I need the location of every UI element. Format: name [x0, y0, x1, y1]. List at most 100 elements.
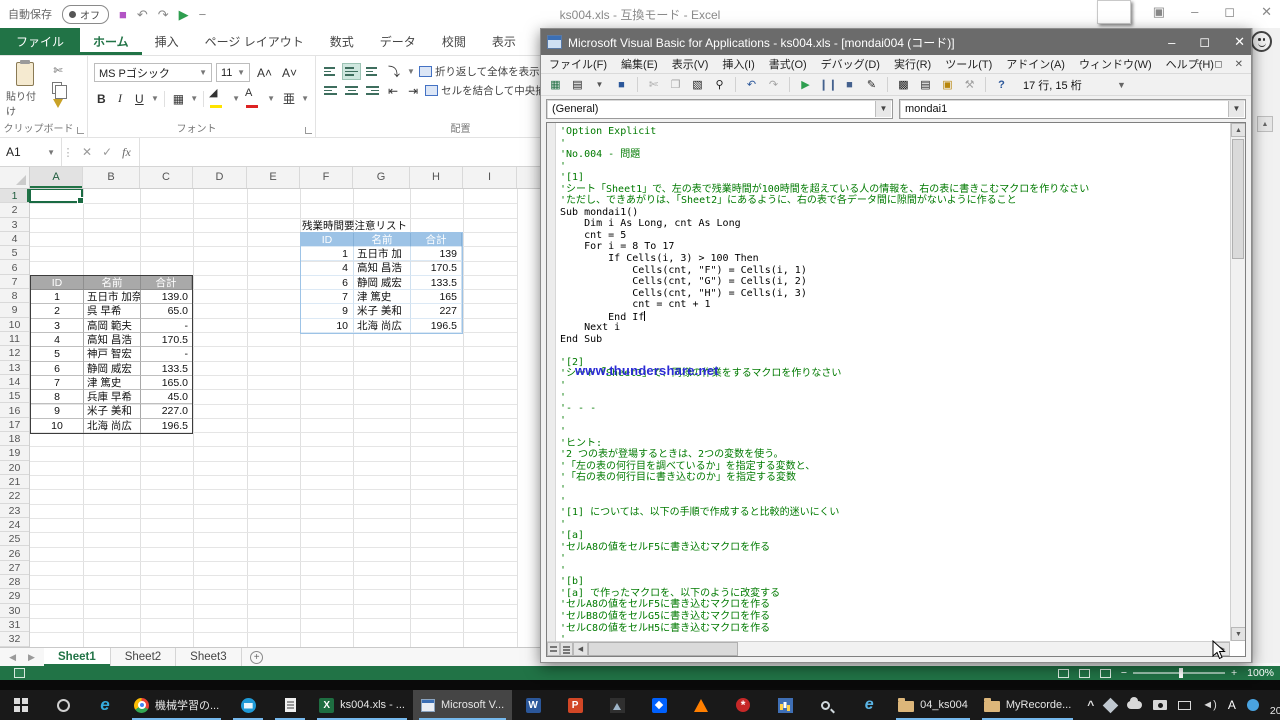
view-excel-icon[interactable]: ▦ [547, 77, 564, 93]
row-header-16[interactable]: 16 [0, 404, 29, 418]
vba-titlebar[interactable]: Microsoft Visual Basic for Applications … [541, 29, 1251, 55]
chevron-down-icon[interactable]: ▼ [190, 94, 198, 103]
cut-icon[interactable]: ✄ [50, 64, 66, 78]
row-header-6[interactable]: 6 [0, 261, 29, 275]
vscroll-thumb[interactable] [1232, 139, 1244, 259]
row-header-12[interactable]: 12 [0, 346, 29, 360]
column-header-I[interactable]: I [463, 167, 517, 188]
vba-maximize-icon[interactable]: ◻ [1199, 34, 1210, 50]
column-header-E[interactable]: E [247, 167, 300, 188]
chrome-task[interactable]: 機械学習の... [126, 690, 227, 720]
row-header-29[interactable]: 29 [0, 589, 29, 603]
tray-dropbox-icon[interactable] [1103, 697, 1119, 713]
row-header-10[interactable]: 10 [0, 318, 29, 332]
scroll-down-icon[interactable]: ▼ [1231, 627, 1246, 641]
decrease-font-icon[interactable]: A˅ [279, 66, 300, 80]
increase-font-icon[interactable]: A˄ [254, 66, 275, 80]
borders-icon[interactable]: ▦ [170, 92, 186, 106]
sheet-next-icon[interactable]: ▶ [28, 652, 35, 663]
zoom-in-icon[interactable]: + [1231, 667, 1237, 679]
word-button[interactable]: W [512, 690, 554, 720]
align-middle-icon[interactable] [343, 64, 360, 79]
sheet-tab-sheet2[interactable]: Sheet2 [111, 648, 176, 666]
row-header-5[interactable]: 5 [0, 246, 29, 260]
increase-indent-icon[interactable]: ⇥ [405, 84, 421, 98]
vba-menu-0[interactable]: ファイル(F) [549, 56, 607, 72]
vba-redo-icon[interactable]: ↷ [765, 77, 782, 93]
vba-menu-9[interactable]: ウィンドウ(W) [1079, 56, 1152, 72]
ribbon-tab-6[interactable]: 校閲 [429, 28, 479, 55]
taskbar-clock[interactable]: 22:03 2018/12/24 [1270, 693, 1280, 718]
vba-undo-icon[interactable]: ↶ [743, 77, 760, 93]
column-header-B[interactable]: B [83, 167, 140, 188]
ribbon-options-icon[interactable]: ▣ [1153, 4, 1165, 20]
camera-icon[interactable] [1153, 700, 1167, 710]
row-header-23[interactable]: 23 [0, 504, 29, 518]
chevron-down-icon[interactable]: ▼ [407, 67, 415, 76]
row-header-25[interactable]: 25 [0, 532, 29, 546]
ribbon-tab-2[interactable]: 挿入 [142, 28, 192, 55]
select-all-corner[interactable] [0, 167, 30, 188]
confirm-entry-icon[interactable]: ✓ [102, 145, 112, 159]
add-sheet-button[interactable]: + [242, 648, 272, 666]
network-display-icon[interactable] [1178, 701, 1191, 710]
row-header-7[interactable]: 7 [0, 275, 29, 289]
row-header-28[interactable]: 28 [0, 575, 29, 589]
font-name-select[interactable]: MS Pゴシック▼ [94, 63, 212, 82]
vba-copy-icon[interactable]: ❐ [667, 77, 684, 93]
ribbon-tab-4[interactable]: 数式 [317, 28, 367, 55]
row-header-20[interactable]: 20 [0, 461, 29, 475]
row-header-24[interactable]: 24 [0, 518, 29, 532]
cortana-button[interactable] [42, 690, 84, 720]
row-header-11[interactable]: 11 [0, 332, 29, 346]
hscroll-thumb[interactable] [588, 642, 738, 656]
column-header-C[interactable]: C [140, 167, 193, 188]
format-painter-icon[interactable] [53, 99, 63, 108]
start-button[interactable] [0, 690, 42, 720]
vba-save-icon[interactable]: ■ [613, 77, 630, 93]
vba-task[interactable]: Microsoft V... [413, 690, 512, 720]
row-header-19[interactable]: 19 [0, 446, 29, 460]
bold-button[interactable]: B [94, 92, 108, 106]
vba-close-icon[interactable]: ✕ [1234, 34, 1245, 50]
align-bottom-icon[interactable] [364, 64, 381, 79]
italic-button[interactable]: I [113, 91, 127, 106]
zoom-slider[interactable]: − + [1121, 667, 1237, 679]
ribbon-tab-3[interactable]: ページ レイアウト [192, 28, 317, 55]
code-vertical-scrollbar[interactable]: ▲ ▼ [1230, 123, 1245, 641]
vba-menu-5[interactable]: デバッグ(D) [821, 56, 880, 72]
photos-button[interactable] [596, 690, 638, 720]
break-icon[interactable]: ❙❙ [819, 77, 836, 93]
project-explorer-icon[interactable]: ▩ [895, 77, 912, 93]
row-header-2[interactable]: 2 [0, 203, 29, 217]
close-icon[interactable]: ✕ [1261, 4, 1272, 20]
vba-minimize-icon[interactable]: – [1168, 35, 1175, 50]
excel-task[interactable]: Xks004.xls - ... [311, 690, 413, 720]
chevron-down-icon[interactable]: ▼ [301, 94, 309, 103]
toolbar-options-icon[interactable]: ▼ [1117, 80, 1131, 90]
font-dialog-launcher-icon[interactable] [305, 127, 312, 134]
chevron-down-icon[interactable]: ▼ [151, 94, 159, 103]
onedrive-icon[interactable] [1127, 701, 1142, 709]
row-header-8[interactable]: 8 [0, 289, 29, 303]
object-browser-icon[interactable]: ▣ [939, 77, 956, 93]
code-horizontal-scrollbar[interactable]: ◀ ▶ [547, 641, 1230, 656]
red-app-button[interactable]: * [722, 690, 764, 720]
ribbon-tab-5[interactable]: データ [367, 28, 429, 55]
vba-menu-7[interactable]: ツール(T) [945, 56, 992, 72]
vba-menu-3[interactable]: 挿入(I) [722, 56, 754, 72]
scroll-up-icon[interactable]: ▲ [1231, 123, 1246, 137]
fill-color-icon[interactable]: ◢ [209, 86, 227, 111]
cancel-entry-icon[interactable]: ✕ [82, 145, 92, 159]
design-mode-icon[interactable]: ✎ [863, 77, 880, 93]
column-header-F[interactable]: F [300, 167, 353, 188]
mail-task[interactable] [227, 690, 269, 720]
column-header-G[interactable]: G [353, 167, 410, 188]
tray-app-icon[interactable] [1247, 699, 1259, 711]
row-header-4[interactable]: 4 [0, 232, 29, 246]
orientation-icon[interactable]: ⤵ [385, 63, 403, 80]
mdi-restore-icon[interactable]: ◻ [1214, 59, 1222, 70]
row-header-9[interactable]: 9 [0, 303, 29, 317]
paste-button[interactable]: 貼り付け [6, 60, 44, 121]
selected-cell-a1[interactable] [29, 189, 83, 203]
